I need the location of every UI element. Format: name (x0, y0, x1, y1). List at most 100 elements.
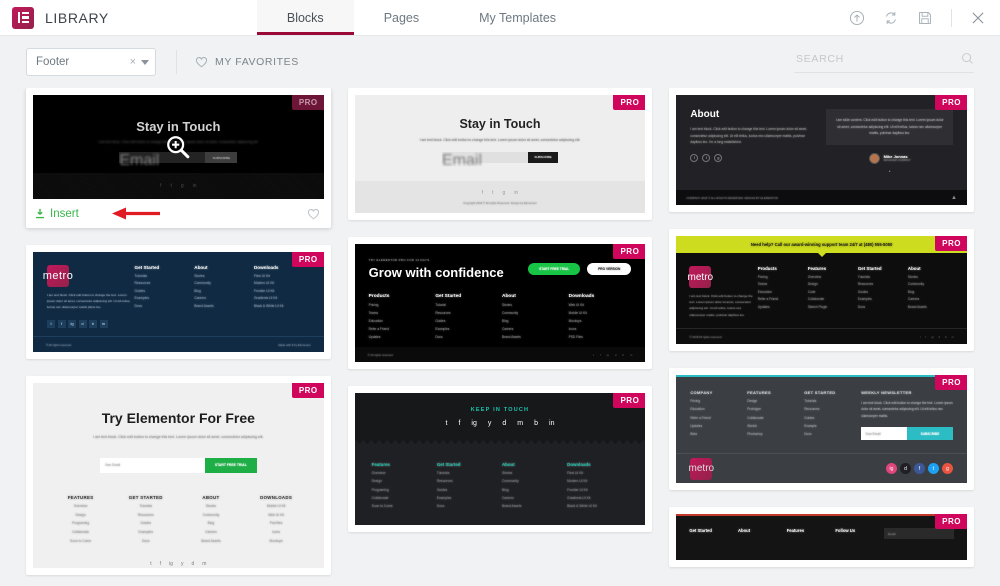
preview-link: Collaborate (72, 529, 90, 534)
facebook-icon: f (913, 463, 925, 474)
preview-link: Community (194, 281, 211, 286)
search-field[interactable] (794, 51, 974, 73)
template-thumbnail[interactable]: PRO COMPANY Pricing Education Refer a Fr… (676, 375, 967, 483)
category-filter-select[interactable]: Footer × (26, 48, 156, 76)
template-preview-metro-lime: Need help? Call our award-winning suppor… (676, 236, 967, 344)
dribbble-icon: d (502, 419, 507, 427)
preview-link: Refer a Friend (368, 327, 390, 331)
preview-link: Examples (435, 327, 450, 331)
twitter-icon: t (492, 189, 494, 196)
avatar (868, 152, 880, 164)
facebook-icon: f (925, 334, 927, 339)
thumbnail-hover-overlay[interactable] (33, 95, 324, 199)
elementor-logo-icon (12, 6, 34, 29)
preview-link: Collaborate (807, 297, 825, 302)
preview-bottom-bar: f t g in Copyright 2018 © All rights Res… (354, 181, 646, 213)
preview-link: Stories (205, 504, 217, 509)
close-icon[interactable] (970, 10, 986, 26)
template-preview-about-dark: About I am text block. Click edit button… (676, 95, 967, 205)
preview-link: Updates (757, 304, 770, 309)
template-card[interactable]: PRO TRY ELEMENTOR PRO FOR 14 DAYS Grow w… (347, 237, 653, 369)
chevron-down-icon[interactable] (141, 59, 149, 65)
preview-link: Collaborate (371, 495, 389, 500)
template-card[interactable]: PRO Try Elementor For Free I am text blo… (26, 376, 331, 575)
preview-paragraph: I am text block. Click edit button to ch… (689, 294, 753, 317)
my-favorites-button[interactable]: MY FAVORITES (195, 56, 299, 68)
template-card[interactable]: PRO About I am text block. Click edit bu… (669, 88, 974, 212)
page-title: LIBRARY (45, 9, 109, 26)
preview-link: Pricing (368, 303, 379, 307)
my-favorites-label: MY FAVORITES (215, 56, 299, 68)
preview-link: Black & White UI Kit (567, 503, 597, 508)
preview-paragraph: I am text block. Click edit button to ch… (47, 293, 131, 310)
preview-link: Prototype (747, 407, 761, 412)
youtube-icon: y (180, 560, 184, 567)
preview-secondary-button: PRO VERSION (587, 263, 632, 275)
template-card[interactable]: PRO Get Started About Features Follow Us… (669, 507, 974, 567)
preview-link: Sketch Plugin (807, 304, 828, 309)
preview-link: Examples (857, 297, 872, 302)
download-icon (36, 208, 44, 219)
template-thumbnail[interactable]: PRO Need help? Call our award-winning su… (676, 236, 967, 344)
template-card[interactable]: PRO Need help? Call our award-winning su… (669, 229, 974, 351)
template-preview-stay-in-touch-light: Stay in Touch I am text block. Click edi… (354, 95, 646, 213)
template-card[interactable]: PRO Stay in Touch I am text block. Click… (347, 88, 653, 220)
template-thumbnail[interactable]: PRO TRY ELEMENTOR PRO FOR 14 DAYS Grow w… (354, 244, 646, 362)
instagram-icon: ig (471, 419, 477, 427)
template-thumbnail[interactable]: PRO Stay in Touch I am text block. Click… (33, 95, 324, 199)
preview-link: Pricing (757, 274, 768, 279)
behance-icon: b (534, 419, 539, 427)
preview-person: Mike Jonnas DESIGNER COMPANY (826, 152, 953, 164)
tab-my-templates[interactable]: My Templates (449, 0, 586, 35)
twitter-icon: t (593, 352, 594, 357)
preview-link: Docs (435, 335, 443, 339)
twitter-icon: t (919, 334, 921, 339)
preview-link: Collaborate (747, 415, 764, 420)
template-thumbnail[interactable]: PRO About I am text block. Click edit bu… (676, 95, 967, 205)
preview-link: Flexi UI Kit (567, 471, 584, 476)
google-plus-icon: g (502, 189, 506, 196)
insert-button[interactable]: Insert (35, 208, 79, 220)
template-card[interactable]: PRO KEEP IN TOUCH t f ig y d m b in Feat… (347, 386, 653, 532)
upload-icon[interactable] (849, 10, 865, 26)
pro-badge: PRO (613, 95, 646, 110)
preview-link: Refer a Friend (757, 297, 779, 302)
pro-badge: PRO (935, 514, 967, 529)
preview-copyright: Copyright 2018 © All rights Reserved. De… (463, 200, 537, 205)
template-card[interactable]: PRO metro I am text block. Click edit bu… (26, 245, 331, 359)
preview-column-title: Features (786, 528, 805, 533)
preview-link: Brand Assets (502, 503, 522, 508)
template-card[interactable]: PRO COMPANY Pricing Education Refer a Fr… (669, 368, 974, 490)
search-input[interactable] (794, 51, 955, 66)
preview-link: Icons (568, 327, 577, 331)
template-preview-red-top-footer: Get Started About Features Follow Us Ema… (676, 514, 967, 560)
sync-icon[interactable] (883, 10, 899, 26)
preview-column-title: DOWNLOADS (260, 494, 293, 500)
template-thumbnail[interactable]: PRO Stay in Touch I am text block. Click… (354, 95, 646, 213)
template-grid-scroll[interactable]: PRO Stay in Touch I am text block. Click… (0, 88, 1000, 586)
template-thumbnail[interactable]: PRO metro I am text block. Click edit bu… (33, 252, 324, 352)
preview-copyright: COMPANY 2018 © ALL RIGHTS RESERVED. DESI… (686, 195, 778, 200)
favorite-button[interactable] (307, 208, 320, 220)
filter-toolbar: Footer × MY FAVORITES (0, 36, 1000, 88)
template-thumbnail[interactable]: PRO KEEP IN TOUCH t f ig y d m b in Feat… (354, 393, 646, 525)
clear-filter-icon[interactable]: × (125, 56, 141, 68)
save-icon[interactable] (917, 10, 933, 26)
tab-blocks[interactable]: Blocks (256, 0, 354, 35)
preview-link: Resources (134, 281, 151, 286)
preview-heading: KEEP IN TOUCH (470, 406, 530, 413)
magnifier-plus-icon[interactable] (165, 134, 191, 160)
search-icon[interactable] (961, 52, 974, 65)
template-thumbnail[interactable]: PRO Try Elementor For Free I am text blo… (33, 383, 324, 568)
preview-newsletter-text: I am text block. Click edit button to ch… (861, 401, 953, 418)
card-footer: Insert (33, 199, 324, 228)
template-card[interactable]: PRO Stay in Touch I am text block. Click… (26, 88, 331, 228)
preview-link: Blog (207, 521, 215, 526)
template-thumbnail[interactable]: PRO Get Started About Features Follow Us… (676, 514, 967, 560)
medium-icon: m (202, 560, 207, 567)
tab-pages[interactable]: Pages (354, 0, 449, 35)
preview-link: Resources (857, 282, 874, 287)
preview-link: Pricing (690, 399, 701, 404)
header-divider (951, 8, 952, 27)
preview-link: Modern UI Kit (253, 281, 275, 286)
